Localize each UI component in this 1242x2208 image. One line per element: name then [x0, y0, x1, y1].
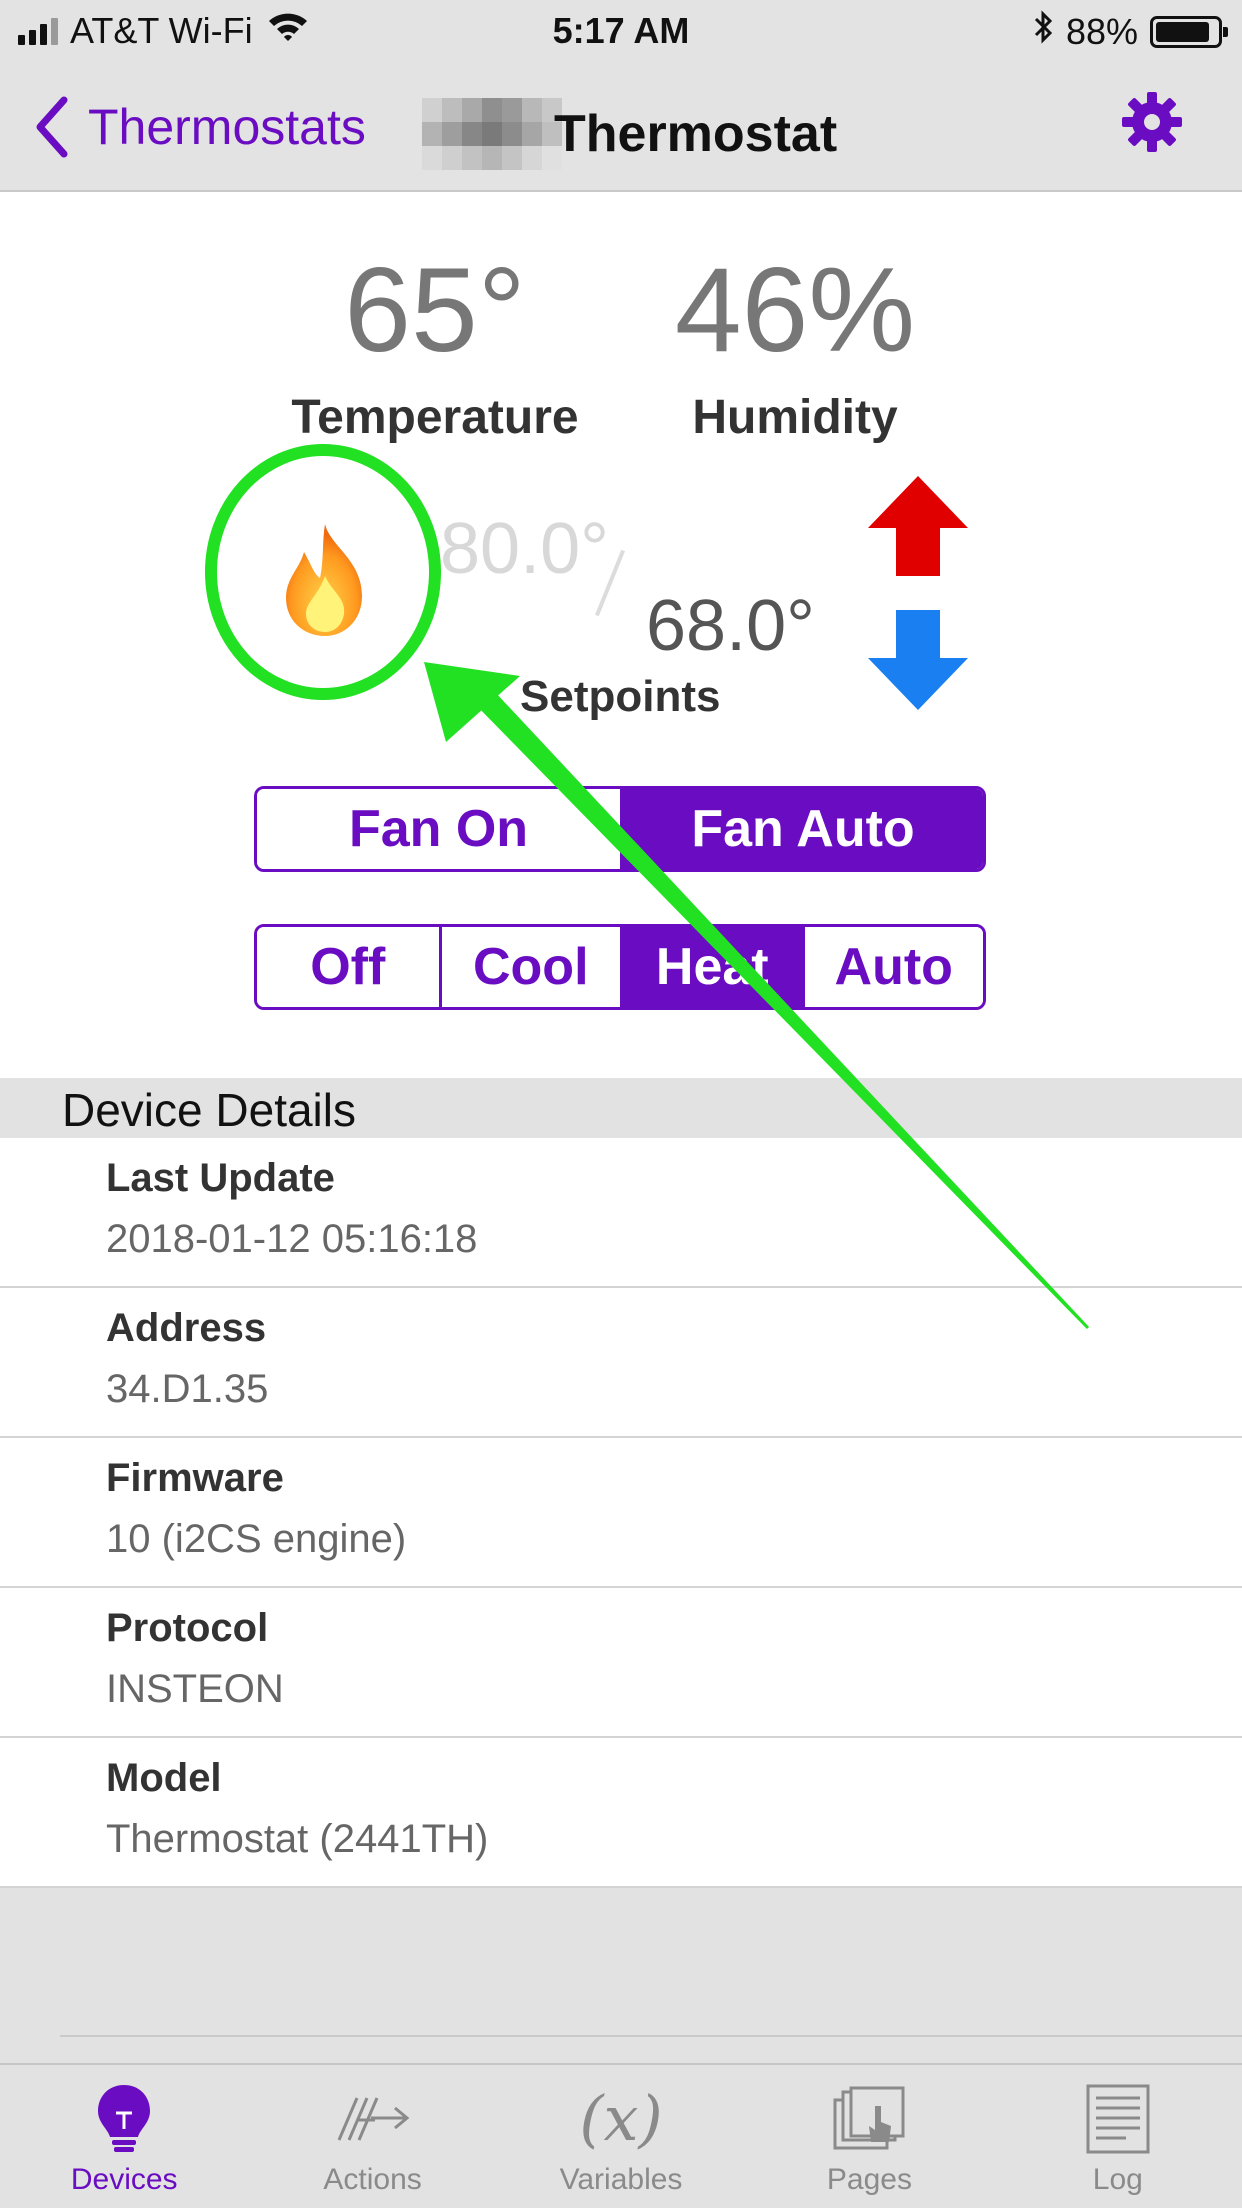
tab-bar: Devices Actions (x) Variables Pages Log — [0, 2063, 1242, 2208]
fan-on-option[interactable]: Fan On — [257, 789, 620, 869]
mode-auto-option[interactable]: Auto — [801, 927, 983, 1007]
detail-value: 2018-01-12 05:16:18 — [106, 1217, 478, 1261]
battery-percent: 88% — [1065, 10, 1138, 52]
tab-label: Pages — [826, 2163, 912, 2196]
device-details-header: Device Details — [0, 1078, 1242, 1138]
page-title: Thermostat — [422, 98, 837, 170]
setpoint-up-button[interactable] — [866, 474, 970, 583]
bluetooth-icon — [1032, 10, 1054, 53]
detail-row-protocol: Protocol INSTEON — [0, 1588, 1242, 1738]
mode-off-option[interactable]: Off — [257, 927, 439, 1007]
detail-row-last-update: Last Update 2018-01-12 05:16:18 — [0, 1138, 1242, 1288]
settings-button[interactable] — [1120, 90, 1184, 159]
tab-label: Log — [1092, 2163, 1143, 2196]
detail-value: 34.D1.35 — [106, 1367, 269, 1411]
chevron-left-icon — [36, 96, 68, 158]
navigation-bar: Thermostats Thermostat — [0, 62, 1242, 192]
detail-row-model: Model Thermostat (2441TH) — [0, 1738, 1242, 1888]
mode-cool-option[interactable]: Cool — [438, 927, 620, 1007]
detail-value: 10 (i2CS engine) — [106, 1517, 407, 1561]
humidity-label: Humidity — [692, 391, 898, 444]
tab-variables[interactable]: (x) Variables — [497, 2065, 745, 2208]
tab-label: Devices — [70, 2163, 178, 2196]
device-details-list: Last Update 2018-01-12 05:16:18 Address … — [0, 1138, 1242, 1888]
tab-actions[interactable]: Actions — [248, 2065, 496, 2208]
temperature-reading: 65° Temperature — [270, 250, 600, 445]
mode-heat-option[interactable]: Heat — [620, 927, 802, 1007]
status-bar: AT&T Wi-Fi 5:17 AM 88% — [0, 0, 1242, 62]
detail-value: Thermostat (2441TH) — [106, 1817, 489, 1861]
back-button[interactable]: Thermostats — [34, 96, 366, 158]
lightbulb-icon — [94, 2083, 154, 2155]
battery-icon — [1150, 15, 1228, 48]
flame-icon — [270, 520, 380, 640]
variable-x-icon: (x) — [579, 2082, 663, 2155]
actions-icon — [335, 2083, 411, 2155]
tab-log[interactable]: Log — [994, 2065, 1242, 2208]
detail-label: Firmware — [106, 1456, 284, 1500]
redacted-name — [422, 98, 562, 170]
fan-auto-option[interactable]: Fan Auto — [620, 789, 983, 869]
fan-mode-control: Fan On Fan Auto — [254, 786, 986, 872]
back-button-label: Thermostats — [88, 99, 366, 155]
temperature-label: Temperature — [291, 391, 579, 444]
temperature-value: 65° — [344, 243, 526, 377]
detail-label: Last Update — [106, 1156, 335, 1200]
page-title-text: Thermostat — [554, 105, 838, 163]
hvac-mode-control: Off Cool Heat Auto — [254, 924, 986, 1010]
pages-icon — [831, 2083, 907, 2155]
section-title: Device Details — [62, 1084, 356, 1136]
humidity-value: 46% — [674, 243, 916, 377]
log-icon — [1086, 2083, 1150, 2155]
heat-setpoint: 68.0° — [646, 586, 815, 666]
detail-label: Model — [106, 1756, 222, 1800]
detail-row-firmware: Firmware 10 (i2CS engine) — [0, 1438, 1242, 1588]
cool-setpoint: 80.0° — [440, 509, 609, 589]
tab-label: Actions — [323, 2163, 422, 2196]
humidity-reading: 46% Humidity — [645, 250, 945, 445]
tab-devices[interactable]: Devices — [0, 2065, 248, 2208]
status-right: 88% — [1032, 10, 1228, 53]
tab-label: Variables — [559, 2163, 683, 2196]
tab-pages[interactable]: Pages — [745, 2065, 993, 2208]
gear-icon — [1122, 92, 1182, 152]
detail-value: INSTEON — [106, 1667, 284, 1711]
detail-label: Address — [106, 1306, 267, 1350]
arrow-down-icon — [868, 610, 968, 710]
setpoint-down-button[interactable] — [866, 608, 970, 717]
setpoints-label: Setpoints — [520, 672, 721, 721]
divider — [60, 2035, 1242, 2037]
detail-row-address: Address 34.D1.35 — [0, 1288, 1242, 1438]
detail-label: Protocol — [106, 1606, 269, 1650]
arrow-up-icon — [868, 476, 968, 576]
annotation-arrowhead — [424, 662, 520, 742]
